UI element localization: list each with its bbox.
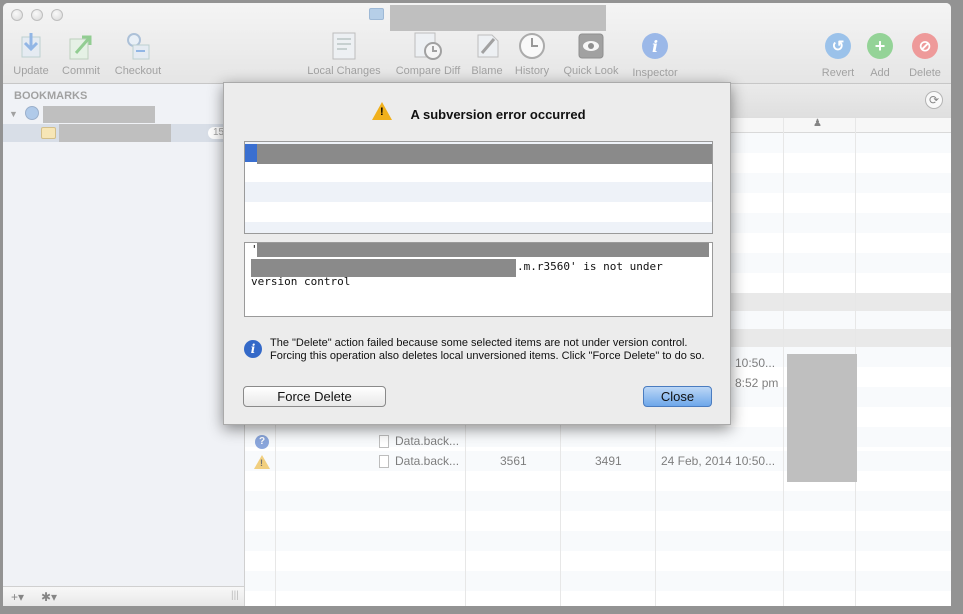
dialog-title: A subversion error occurred <box>410 107 586 122</box>
item-path-redacted <box>257 144 712 164</box>
error-message-line2: version control <box>251 275 351 288</box>
info-icon: i <box>244 340 262 358</box>
affected-items-list[interactable] <box>244 141 713 234</box>
close-button[interactable]: Close <box>643 386 712 407</box>
info-message: The "Delete" action failed because some … <box>270 337 705 362</box>
error-dialog: ! A subversion error occurred ' .m.r3560… <box>223 82 731 425</box>
error-message-line: .m.r3560' is not under <box>517 260 663 273</box>
force-delete-button[interactable]: Force Delete <box>243 386 386 407</box>
error-details-text[interactable]: ' .m.r3560' is not under version control <box>244 242 713 317</box>
error-path-redacted <box>257 243 709 257</box>
